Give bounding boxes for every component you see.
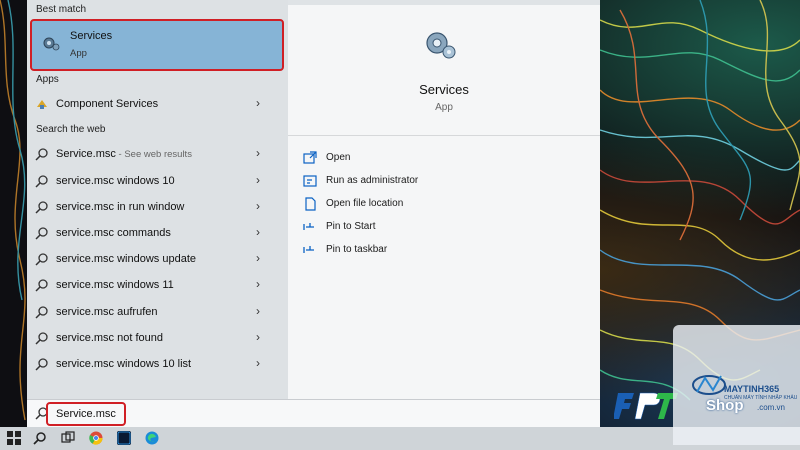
action-run-as-administrator[interactable]: Run as administrator <box>303 173 583 191</box>
watermark-shop: Shop <box>706 397 744 414</box>
action-pin-to-taskbar[interactable]: Pin to taskbar <box>303 242 583 260</box>
search-icon <box>35 252 49 271</box>
web-result-label: service.msc not found <box>56 332 163 344</box>
web-result-item[interactable]: service.msc windows 10 list › <box>27 352 277 376</box>
search-query-highlight[interactable]: Service.msc <box>46 402 126 426</box>
web-result-item[interactable]: service.msc aufrufen › <box>27 300 277 324</box>
services-gear-icon <box>423 27 457 66</box>
search-icon <box>35 305 49 324</box>
chevron-right-icon[interactable]: › <box>256 199 260 213</box>
web-result-label: service.msc in run window <box>56 201 185 213</box>
search-bar[interactable]: Service.msc <box>27 399 600 428</box>
preview-title: Services <box>419 82 469 97</box>
search-web-heading: Search the web <box>36 124 106 135</box>
pin-icon <box>303 220 317 239</box>
best-match-subtitle: App <box>70 48 87 59</box>
action-label: Open <box>326 152 351 163</box>
web-result-hint: - See web results <box>115 149 192 160</box>
web-result-label: service.msc aufrufen <box>56 306 158 318</box>
chevron-right-icon[interactable]: › <box>256 304 260 318</box>
best-match-services[interactable]: Services App <box>30 19 284 71</box>
photoshop-icon[interactable] <box>113 427 136 450</box>
search-icon <box>35 357 49 376</box>
chevron-right-icon[interactable]: › <box>256 277 260 291</box>
action-label: Open file location <box>326 198 404 209</box>
results-pane: Best match Services App Apps Component S… <box>27 0 288 399</box>
action-label: Run as administrator <box>326 175 419 186</box>
search-icon <box>35 200 49 219</box>
chevron-right-icon[interactable]: › <box>256 251 260 265</box>
watermark-brand: MAYTINH365 <box>724 384 780 394</box>
pin-icon <box>303 243 317 262</box>
services-gear-icon <box>41 33 61 58</box>
chevron-right-icon[interactable]: › <box>256 173 260 187</box>
maytinh365-logo-icon <box>692 375 726 395</box>
web-result-label: service.msc commands <box>56 227 171 239</box>
app-item-component-services[interactable]: Component Services › <box>27 92 277 116</box>
web-result-label: service.msc windows 11 <box>56 279 174 291</box>
chevron-right-icon[interactable]: › <box>256 96 260 110</box>
divider <box>288 135 600 136</box>
chevron-right-icon[interactable]: › <box>256 146 260 160</box>
chevron-right-icon[interactable]: › <box>256 356 260 370</box>
search-input[interactable]: Service.msc <box>56 408 116 420</box>
web-result-item[interactable]: service.msc commands › <box>27 221 277 245</box>
best-match-title: Services <box>70 30 113 42</box>
action-label: Pin to taskbar <box>326 244 388 255</box>
search-icon <box>35 278 49 297</box>
search-icon <box>35 226 49 245</box>
web-result-item[interactable]: service.msc windows 10 › <box>27 169 277 193</box>
chevron-right-icon[interactable]: › <box>256 330 260 344</box>
web-result-item[interactable]: service.msc windows 11 › <box>27 273 277 297</box>
web-result-item[interactable]: service.msc not found › <box>27 326 277 350</box>
apps-heading: Apps <box>36 74 59 85</box>
chevron-right-icon[interactable]: › <box>256 225 260 239</box>
edge-icon[interactable] <box>141 427 164 450</box>
app-item-label: Component Services <box>56 98 159 110</box>
open-icon <box>303 151 317 170</box>
action-pin-to-start[interactable]: Pin to Start <box>303 219 583 237</box>
start-menu-search-panel: Best match Services App Apps Component S… <box>27 0 600 399</box>
action-open-file-location[interactable]: Open file location <box>303 196 583 214</box>
search-icon <box>35 147 49 166</box>
web-result-label: Service.msc - See web results <box>56 148 192 160</box>
action-label: Pin to Start <box>326 221 376 232</box>
windows-start-icon[interactable] <box>3 427 26 450</box>
search-icon[interactable] <box>29 427 52 450</box>
search-icon <box>35 174 49 193</box>
search-icon <box>35 331 49 350</box>
task-view-icon[interactable] <box>57 427 80 450</box>
web-result-label: service.msc windows 10 list <box>56 358 192 370</box>
web-result-item[interactable]: Service.msc - See web results › <box>27 142 277 166</box>
web-result-label: service.msc windows 10 <box>56 175 175 187</box>
watermark-domain: .com.vn <box>757 403 786 412</box>
preview-pane: Services App Open Run as administrator O… <box>288 5 600 399</box>
best-match-heading: Best match <box>36 4 87 15</box>
web-result-item[interactable]: service.msc windows update › <box>27 247 277 271</box>
web-result-label: service.msc windows update <box>56 253 197 265</box>
run-as-admin-icon <box>303 174 317 193</box>
chrome-icon[interactable] <box>85 427 108 450</box>
file-location-icon <box>303 197 317 216</box>
web-result-item[interactable]: service.msc in run window › <box>27 195 277 219</box>
maytinh365-watermark: MAYTINH365 CHUẨN MÁY TÍNH NHẬP KHẨU Shop… <box>673 325 800 445</box>
preview-subtitle: App <box>435 102 453 113</box>
action-open[interactable]: Open <box>303 150 583 168</box>
component-services-icon <box>35 97 49 116</box>
